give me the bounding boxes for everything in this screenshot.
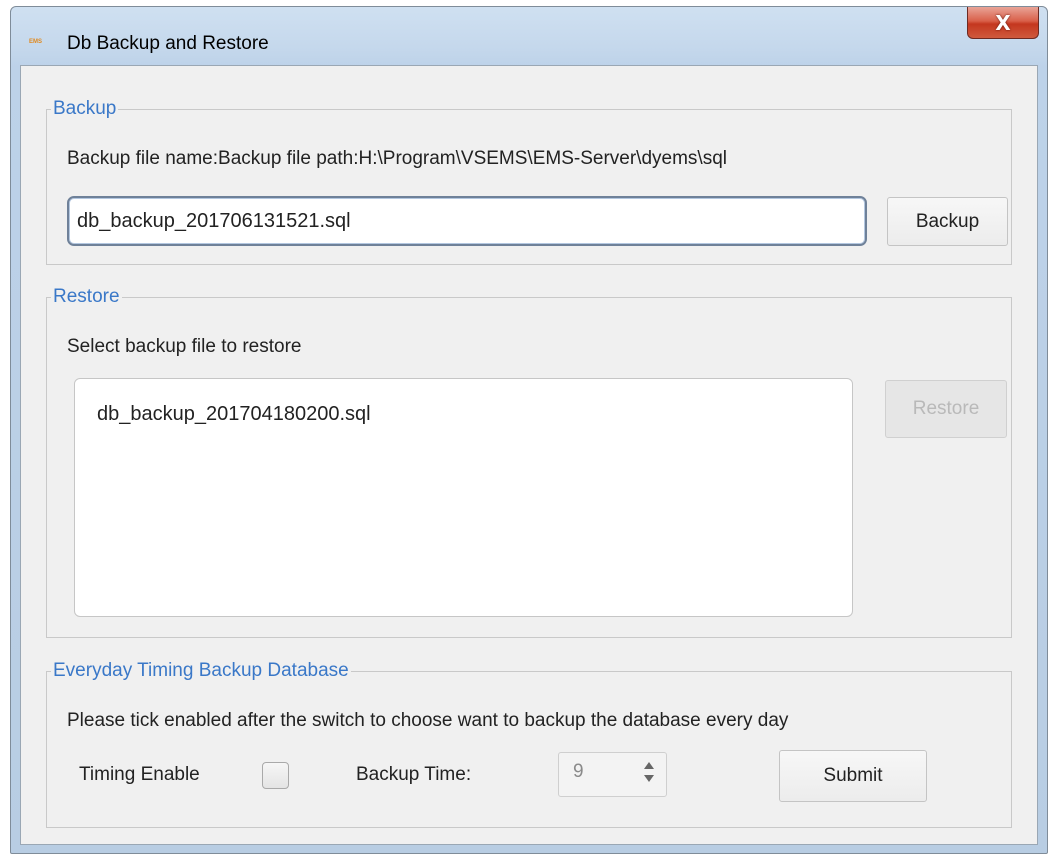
backup-file-list[interactable]: db_backup_201704180200.sql [74, 378, 853, 617]
restore-button[interactable]: Restore [885, 380, 1007, 438]
dialog-client-area: Backup Backup file name:Backup file path… [20, 65, 1038, 845]
restore-legend: Restore [53, 286, 120, 307]
backup-file-name-input[interactable]: db_backup_201706131521.sql [67, 196, 867, 246]
spinner-arrows-icon[interactable] [642, 759, 656, 785]
backup-time-spinner[interactable]: 9 [558, 752, 667, 797]
app-icon: EMS [29, 39, 43, 45]
backup-path-label: Backup file name:Backup file path:H:\Pro… [67, 148, 727, 169]
timing-enable-label: Timing Enable [79, 764, 200, 785]
backup-time-value: 9 [573, 761, 584, 782]
timing-group: Everyday Timing Backup Database [46, 660, 1012, 828]
close-icon: X [995, 10, 1011, 35]
timing-legend: Everyday Timing Backup Database [53, 660, 349, 681]
timing-instruction: Please tick enabled after the switch to … [67, 710, 789, 731]
submit-button[interactable]: Submit [779, 750, 927, 802]
window-title: Db Backup and Restore [67, 33, 269, 54]
close-button[interactable]: X [967, 7, 1039, 39]
title-bar[interactable]: EMS Db Backup and Restore X [11, 7, 1047, 65]
backup-button[interactable]: Backup [887, 197, 1008, 246]
timing-enable-checkbox[interactable] [262, 762, 289, 789]
backup-time-label: Backup Time: [356, 764, 472, 785]
backup-legend: Backup [53, 98, 117, 119]
restore-instruction: Select backup file to restore [67, 336, 302, 357]
list-item[interactable]: db_backup_201704180200.sql [97, 403, 371, 426]
dialog-window: EMS Db Backup and Restore X Backup Backu… [10, 6, 1048, 854]
